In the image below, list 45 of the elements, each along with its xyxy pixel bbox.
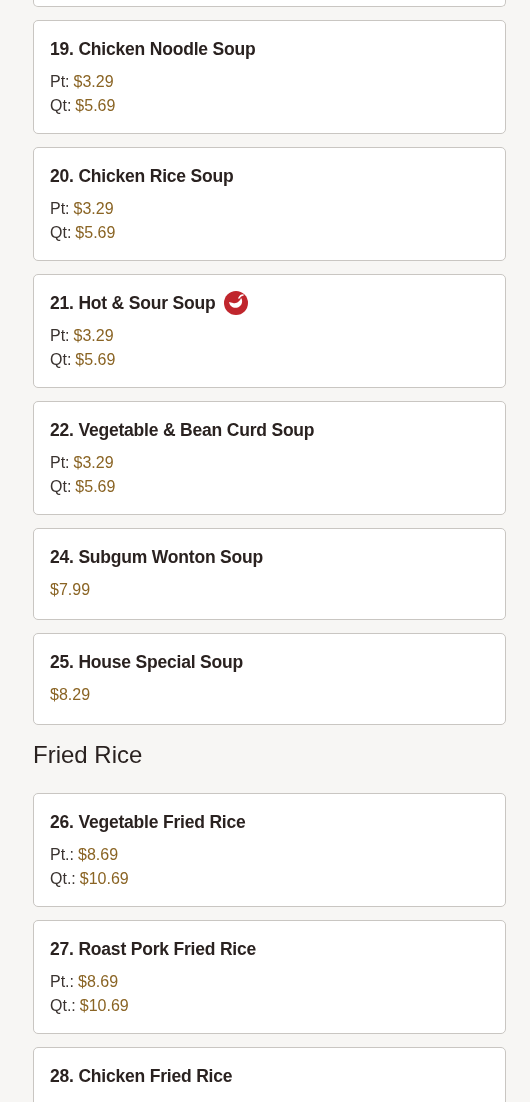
size-label: Qt: — [50, 477, 72, 497]
price: $8.69 — [78, 972, 119, 992]
menu-item-card[interactable]: 22. Vegetable & Bean Curd Soup Pt: $3.29 Qt: $5.69 — [33, 401, 506, 515]
menu-item-card[interactable]: 25. House Special Soup $8.29 — [33, 633, 506, 725]
price: $7.99 — [50, 580, 91, 600]
item-name: 28. Chicken Fried Rice — [50, 1065, 233, 1087]
size-label: Pt: — [50, 199, 70, 219]
menu-item-card[interactable]: 24. Subgum Wonton Soup $7.99 — [33, 528, 506, 620]
menu-item-card[interactable]: 27. Roast Pork Fried Rice Pt.: $8.69 Qt.: $10.69 — [33, 920, 506, 1034]
price: $3.29 — [73, 72, 114, 92]
size-label: Pt: — [50, 72, 70, 92]
price: $3.29 — [73, 453, 114, 473]
size-label: Pt: — [50, 326, 70, 346]
size-label: Qt.: — [50, 996, 76, 1016]
item-name: 25. House Special Soup — [50, 651, 244, 673]
price: $8.29 — [50, 685, 91, 705]
section-heading: Fried Rice — [33, 741, 144, 769]
item-name: 19. Chicken Noodle Soup — [50, 38, 256, 60]
price: $5.69 — [75, 350, 116, 370]
item-name: 26. Vegetable Fried Rice — [50, 811, 246, 833]
menu-item-card[interactable]: 19. Chicken Noodle Soup Pt: $3.29 Qt: $5.69 — [33, 20, 506, 134]
price: $8.69 — [78, 845, 119, 865]
item-name: 22. Vegetable & Bean Curd Soup — [50, 419, 315, 441]
size-label: Qt: — [50, 350, 72, 370]
size-label: Pt.: — [50, 972, 74, 992]
menu-item-card[interactable]: 26. Vegetable Fried Rice Pt.: $8.69 Qt.: $10.69 — [33, 793, 506, 907]
price: $5.69 — [75, 96, 116, 116]
menu-item-card[interactable]: 28. Chicken Fried Rice — [33, 1047, 506, 1102]
price: $3.29 — [73, 199, 114, 219]
size-label: Qt.: — [50, 869, 76, 889]
menu-item-card[interactable]: 21. Hot & Sour Soup Pt: $3.29 Qt: $5.69 — [33, 274, 506, 388]
price: $10.69 — [79, 996, 129, 1016]
menu-item-card[interactable]: 20. Chicken Rice Soup Pt: $3.29 Qt: $5.69 — [33, 147, 506, 261]
size-label: Pt.: — [50, 845, 74, 865]
item-name: 27. Roast Pork Fried Rice — [50, 938, 257, 960]
size-label: Pt: — [50, 453, 70, 473]
size-label: Qt: — [50, 96, 72, 116]
item-name: 20. Chicken Rice Soup — [50, 165, 234, 187]
price: $10.69 — [79, 869, 129, 889]
price: $5.69 — [75, 223, 116, 243]
item-name: 21. Hot & Sour Soup — [50, 292, 216, 314]
price: $5.69 — [75, 477, 116, 497]
size-label: Qt: — [50, 223, 72, 243]
price: $3.29 — [73, 326, 114, 346]
item-name: 24. Subgum Wonton Soup — [50, 546, 264, 568]
